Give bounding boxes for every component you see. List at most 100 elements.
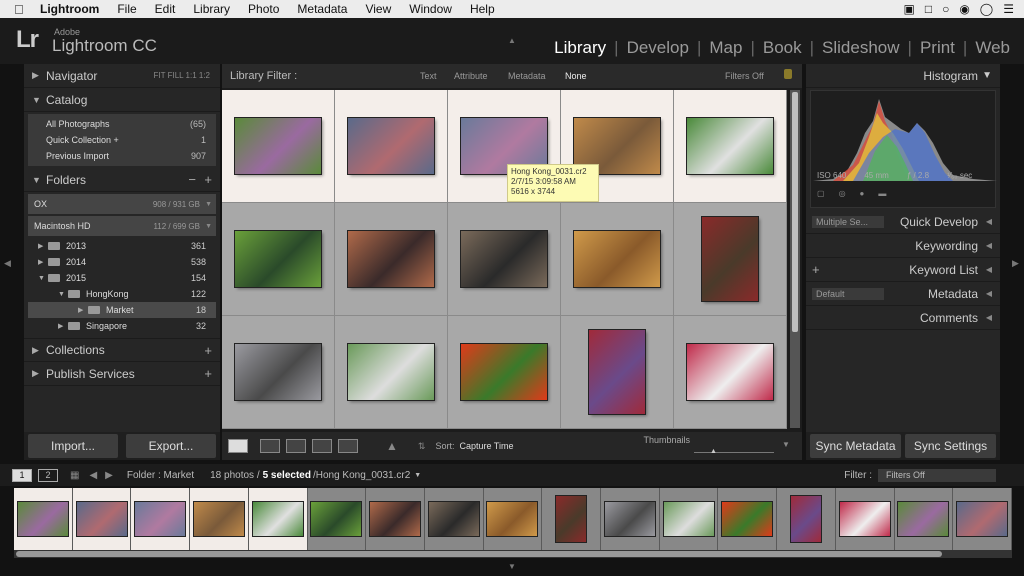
filmstrip-thumbnail[interactable] bbox=[790, 496, 821, 542]
slider-handle[interactable]: ▲ bbox=[710, 448, 717, 455]
add-folder-icon[interactable]: + bbox=[204, 172, 212, 187]
filmstrip-cell[interactable] bbox=[424, 488, 484, 550]
filmstrip-cell[interactable] bbox=[72, 488, 132, 550]
folder-market[interactable]: ▶ Market 18 bbox=[28, 302, 216, 318]
collections-header[interactable]: ▶ Collections + bbox=[24, 338, 220, 362]
creative-cloud-icon[interactable]: ○ bbox=[942, 2, 949, 16]
module-web[interactable]: Web bbox=[971, 38, 1014, 58]
photo-thumbnail[interactable] bbox=[687, 344, 773, 400]
add-publish-service-icon[interactable]: + bbox=[204, 366, 212, 381]
export-button[interactable]: Export... bbox=[126, 434, 216, 458]
filmstrip-thumbnail[interactable] bbox=[17, 502, 68, 536]
folder-2014[interactable]: ▶ 2014 538 bbox=[28, 254, 216, 270]
publish-services-header[interactable]: ▶ Publish Services + bbox=[24, 362, 220, 386]
filmstrip-thumbnail[interactable] bbox=[663, 502, 714, 536]
source-folder[interactable]: Folder : Market bbox=[127, 470, 194, 481]
catalog-quick-collection[interactable]: Quick Collection +1 bbox=[28, 132, 216, 148]
eye-icon[interactable]: ◉ bbox=[959, 2, 969, 16]
filmstrip-cell[interactable] bbox=[248, 488, 308, 550]
navigator-header[interactable]: ▶ Navigator FIT FILL 1:1 1:2 bbox=[24, 64, 220, 88]
folder-2013[interactable]: ▶ 2013 361 bbox=[28, 238, 216, 254]
primary-window-button[interactable]: 1 bbox=[12, 468, 32, 482]
photo-thumbnail[interactable] bbox=[461, 231, 547, 287]
filter-text[interactable]: Text bbox=[420, 71, 437, 81]
grid-view-icon[interactable] bbox=[228, 439, 248, 453]
right-panel-toggle-icon[interactable]: ▶ bbox=[1012, 258, 1019, 269]
menu-photo[interactable]: Photo bbox=[248, 2, 279, 16]
volume-ox[interactable]: OX 908 / 931 GB ▼ bbox=[28, 194, 216, 214]
module-print[interactable]: Print bbox=[916, 38, 959, 58]
photo-thumbnail[interactable] bbox=[348, 118, 434, 174]
grid-cell[interactable] bbox=[674, 90, 787, 203]
menu-metadata[interactable]: Metadata bbox=[297, 2, 347, 16]
module-slideshow[interactable]: Slideshow bbox=[818, 38, 904, 58]
photo-thumbnail[interactable] bbox=[348, 344, 434, 400]
compare-view-icon[interactable] bbox=[286, 439, 306, 453]
grid-cell[interactable] bbox=[335, 203, 448, 316]
toolbar-menu-icon[interactable]: ▼ bbox=[782, 440, 790, 449]
scrollbar-thumb[interactable] bbox=[792, 92, 798, 332]
sync-metadata-button[interactable]: Sync Metadata bbox=[810, 434, 901, 458]
grid-cell[interactable] bbox=[448, 316, 561, 429]
photo-thumbnail[interactable] bbox=[589, 330, 645, 414]
photo-thumbnail[interactable] bbox=[235, 344, 321, 400]
keywording-header[interactable]: Keywording ◀ bbox=[806, 234, 1000, 258]
import-button[interactable]: Import... bbox=[28, 434, 118, 458]
filter-status[interactable]: Filters Off bbox=[725, 71, 764, 81]
keyword-list-header[interactable]: + Keyword List ◀ bbox=[806, 258, 1000, 282]
comments-header[interactable]: Comments ◀ bbox=[806, 306, 1000, 330]
list-icon[interactable]: ☰ bbox=[1003, 2, 1014, 16]
catalog-all-photographs[interactable]: All Photographs (65) bbox=[28, 116, 216, 132]
add-keyword-icon[interactable]: + bbox=[812, 262, 820, 277]
filmstrip-thumbnail[interactable] bbox=[556, 496, 587, 542]
filmstrip-thumbnail[interactable] bbox=[898, 502, 949, 536]
photo-thumbnail[interactable] bbox=[235, 118, 321, 174]
grid-cell[interactable] bbox=[222, 90, 335, 203]
filmstrip-thumbnail[interactable] bbox=[76, 502, 127, 536]
filmstrip-cell[interactable] bbox=[718, 488, 778, 550]
filter-none[interactable]: None bbox=[565, 71, 587, 81]
filmstrip-thumbnail[interactable] bbox=[839, 502, 890, 536]
survey-view-icon[interactable] bbox=[312, 439, 332, 453]
filmstrip-cell[interactable] bbox=[542, 488, 602, 550]
spray-can-icon[interactable]: ▲ bbox=[386, 439, 398, 453]
filmstrip-cell[interactable] bbox=[601, 488, 660, 550]
shield-icon[interactable]: ◯ bbox=[980, 2, 993, 16]
photo-thumbnail[interactable] bbox=[702, 217, 758, 301]
spot-icon[interactable]: ● bbox=[860, 189, 865, 198]
filmstrip-cell[interactable] bbox=[483, 488, 543, 550]
catalog-header[interactable]: ▼ Catalog bbox=[24, 88, 220, 112]
filmstrip-cell[interactable] bbox=[366, 488, 425, 550]
quick-develop-header[interactable]: Multiple Se... Quick Develop ◀ bbox=[806, 210, 1000, 234]
folder-singapore[interactable]: ▶ Singapore 32 bbox=[28, 318, 216, 334]
collapse-top-arrow-icon[interactable]: ▲ bbox=[508, 36, 516, 45]
add-collection-icon[interactable]: + bbox=[204, 343, 212, 358]
photo-thumbnail[interactable] bbox=[348, 231, 434, 287]
grid-cell[interactable] bbox=[674, 316, 787, 429]
menu-view[interactable]: View bbox=[365, 2, 391, 16]
metadata-header[interactable]: Default Metadata ◀ bbox=[806, 282, 1000, 306]
folders-header[interactable]: ▼ Folders − + bbox=[24, 168, 220, 192]
filmstrip-thumbnail[interactable] bbox=[252, 502, 303, 536]
grid-cell[interactable] bbox=[222, 203, 335, 316]
grid-cell[interactable] bbox=[335, 90, 448, 203]
secondary-window-button[interactable]: 2 bbox=[38, 468, 58, 482]
filmstrip-thumbnail[interactable] bbox=[370, 502, 421, 536]
filmstrip-cell[interactable] bbox=[131, 488, 191, 550]
display-icon[interactable]: □ bbox=[925, 2, 932, 16]
filter-metadata[interactable]: Metadata bbox=[508, 71, 546, 81]
chevron-down-icon[interactable]: ▼ bbox=[414, 472, 421, 479]
grid-cell[interactable] bbox=[448, 203, 561, 316]
photo-thumbnail[interactable] bbox=[235, 231, 321, 287]
menu-window[interactable]: Window bbox=[409, 2, 452, 16]
histogram-header[interactable]: Histogram ▼ bbox=[806, 64, 1000, 88]
filmstrip-filter-select[interactable]: Filters Off bbox=[878, 468, 996, 482]
redeye-icon[interactable]: ◎ bbox=[839, 189, 846, 198]
grid-icon[interactable]: ▦ bbox=[70, 470, 79, 481]
grid-cell[interactable] bbox=[561, 203, 674, 316]
remove-folder-icon[interactable]: − bbox=[188, 172, 196, 187]
folder-2015[interactable]: ▼ 2015 154 bbox=[28, 270, 216, 286]
sync-settings-button[interactable]: Sync Settings bbox=[905, 434, 996, 458]
collapse-bottom-arrow-icon[interactable]: ▼ bbox=[508, 562, 516, 571]
current-file[interactable]: /Hong Kong_0031.cr2 bbox=[313, 470, 410, 481]
